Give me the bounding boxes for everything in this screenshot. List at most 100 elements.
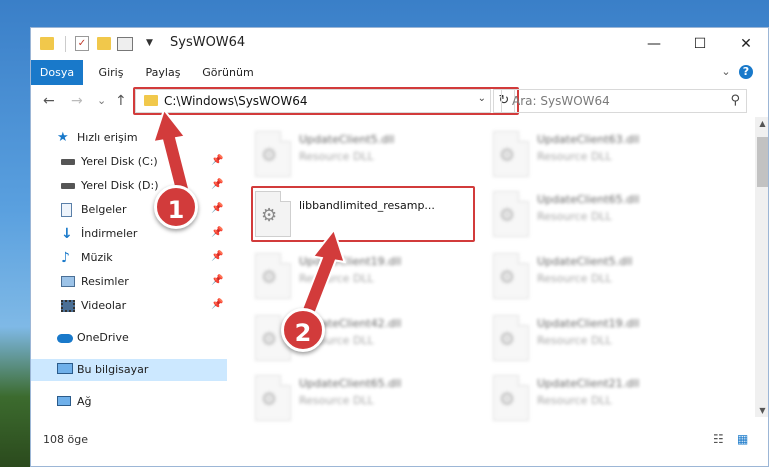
sidebar-item-label: Ağ	[77, 395, 92, 408]
file-type: Resource DLL	[537, 272, 612, 285]
file-item[interactable]: ⚙ UpdateClient63.dll Resource DLL	[485, 125, 715, 189]
file-item[interactable]: ⚙ UpdateClient19.dll Resource DLL	[485, 309, 715, 373]
qat-dropdown-icon[interactable]: ▼	[146, 38, 153, 54]
gear-icon: ⚙	[261, 329, 278, 350]
scrollbar-thumb[interactable]	[757, 137, 768, 187]
sidebar-item-pictures[interactable]: Resimler 📌	[31, 271, 227, 293]
sidebar-item-label: Belgeler	[81, 203, 127, 216]
file-name: UpdateClient65.dll	[537, 193, 640, 206]
file-name: UpdateClient5.dll	[299, 133, 395, 146]
sidebar-item-label: Bu bilgisayar	[77, 363, 149, 376]
gear-icon: ⚙	[499, 145, 516, 166]
tab-view[interactable]: Görünüm	[197, 60, 259, 85]
file-item[interactable]: ⚙ UpdateClient5.dll Resource DLL	[247, 125, 477, 189]
scroll-up-icon[interactable]: ▲	[755, 119, 768, 128]
tab-share[interactable]: Paylaş	[139, 60, 187, 85]
help-icon[interactable]: ?	[739, 65, 753, 79]
file-item[interactable]: ⚙ UpdateClient42.dll Resource DLL	[247, 309, 477, 373]
item-count: 108 öge	[43, 433, 88, 446]
sidebar-item-label: Resimler	[81, 275, 129, 288]
scroll-down-icon[interactable]: ▼	[755, 406, 768, 415]
gear-icon: ⚙	[499, 267, 516, 288]
search-box[interactable]: Ara: SysWOW64 ⚲	[501, 89, 747, 113]
close-button[interactable]: ✕	[723, 28, 768, 60]
pin-icon[interactable]: 📌	[211, 227, 223, 238]
up-button[interactable]: ↑	[115, 91, 127, 111]
sidebar-item-music[interactable]: ♪ Müzik 📌	[31, 247, 227, 269]
back-button[interactable]: ←	[43, 91, 55, 111]
file-type: Resource DLL	[537, 150, 612, 163]
folder-icon	[40, 37, 54, 50]
file-item[interactable]: ⚙ UpdateClient19.dll Resource DLL	[247, 247, 477, 311]
title-bar: ✓ ▼ SysWOW64 — ☐ ✕	[31, 28, 768, 60]
new-folder-icon[interactable]	[97, 37, 111, 50]
sidebar-item-label: Yerel Disk (C:)	[81, 155, 158, 168]
sidebar-item-onedrive[interactable]: OneDrive	[31, 327, 227, 349]
file-item[interactable]: ⚙ UpdateClient5.dll Resource DLL	[485, 247, 715, 311]
drive-icon	[61, 183, 75, 189]
separator	[65, 36, 66, 52]
maximize-button[interactable]: ☐	[677, 28, 723, 60]
forward-button[interactable]: →	[71, 91, 83, 111]
drive-icon	[61, 159, 75, 165]
sidebar-item-label: Videolar	[81, 299, 127, 312]
tab-home[interactable]: Giriş	[91, 60, 131, 85]
sidebar-item-this-pc[interactable]: Bu bilgisayar	[31, 359, 227, 381]
explorer-window: ✓ ▼ SysWOW64 — ☐ ✕ Dosya Giriş Paylaş Gö…	[30, 27, 769, 467]
sidebar-item-label: Hızlı erişim	[77, 131, 138, 144]
gear-icon: ⚙	[499, 329, 516, 350]
pin-icon[interactable]: 📌	[211, 299, 223, 310]
sidebar-item-downloads[interactable]: ↓ İndirmeler 📌	[31, 223, 227, 245]
ribbon-tabs: Dosya Giriş Paylaş Görünüm ⌄ ?	[31, 60, 768, 85]
gear-icon: ⚙	[261, 389, 278, 410]
file-type: Resource DLL	[537, 334, 612, 347]
recent-locations-button[interactable]: ⌄	[97, 91, 106, 111]
tab-file[interactable]: Dosya	[31, 60, 83, 85]
file-name: UpdateClient65.dll	[299, 377, 402, 390]
network-icon	[57, 396, 71, 406]
details-view-icon[interactable]: ☷	[713, 432, 724, 446]
pictures-icon	[61, 276, 75, 287]
file-name: UpdateClient63.dll	[537, 133, 640, 146]
documents-icon	[61, 203, 72, 217]
gear-icon: ⚙	[499, 205, 516, 226]
file-name: UpdateClient21.dll	[537, 377, 640, 390]
status-bar: 108 öge ☷ ▦	[31, 429, 768, 451]
file-name: UpdateClient19.dll	[537, 317, 640, 330]
file-item[interactable]: ⚙ UpdateClient21.dll Resource DLL	[485, 369, 715, 433]
navigation-bar: ← → ⌄ ↑ C:\Windows\SysWOW64 ⌄ ↻ Ara: Sys…	[31, 85, 768, 117]
gear-icon: ⚙	[261, 267, 278, 288]
vertical-scrollbar[interactable]: ▲ ▼	[755, 117, 768, 417]
window-title: SysWOW64	[170, 35, 246, 50]
gear-icon: ⚙	[261, 145, 278, 166]
download-icon: ↓	[61, 226, 73, 242]
pin-icon[interactable]: 📌	[211, 251, 223, 262]
sidebar-item-label: Müzik	[81, 251, 113, 264]
star-icon: ★	[57, 130, 69, 145]
sidebar-item-label: Yerel Disk (D:)	[81, 179, 159, 192]
customize-toolbar-icon[interactable]	[117, 37, 133, 51]
sidebar-item-network[interactable]: Ağ	[31, 391, 227, 413]
file-name: UpdateClient5.dll	[537, 255, 633, 268]
file-type: Resource DLL	[537, 394, 612, 407]
pin-icon[interactable]: 📌	[211, 275, 223, 286]
music-icon: ♪	[61, 250, 70, 266]
cloud-icon	[57, 334, 73, 343]
step-1-badge: 1	[154, 185, 198, 229]
properties-icon[interactable]: ✓	[75, 36, 89, 51]
large-icons-view-icon[interactable]: ▦	[737, 432, 748, 446]
chevron-down-icon[interactable]: ⌄	[719, 65, 733, 79]
sidebar-item-videos[interactable]: Videolar 📌	[31, 295, 227, 317]
step-2-badge: 2	[281, 308, 325, 352]
file-item[interactable]: ⚙ UpdateClient65.dll Resource DLL	[247, 369, 477, 433]
minimize-button[interactable]: —	[631, 28, 677, 60]
file-item[interactable]: ⚙ UpdateClient65.dll Resource DLL	[485, 185, 715, 249]
search-placeholder: Ara: SysWOW64	[512, 94, 610, 108]
file-type: Resource DLL	[299, 150, 374, 163]
gear-icon: ⚙	[499, 389, 516, 410]
sidebar-item-label: İndirmeler	[81, 227, 138, 240]
file-type: Resource DLL	[299, 394, 374, 407]
file-type: Resource DLL	[537, 210, 612, 223]
sidebar-item-label: OneDrive	[77, 331, 129, 344]
search-icon[interactable]: ⚲	[730, 93, 740, 108]
